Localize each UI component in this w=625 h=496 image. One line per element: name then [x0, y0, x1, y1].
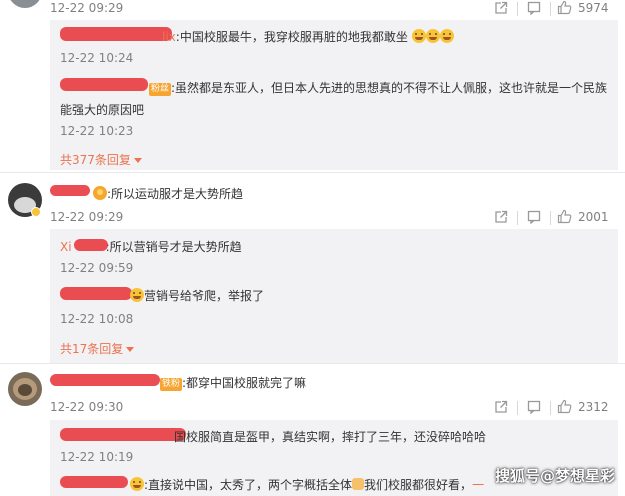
reply-author[interactable]: lix	[162, 30, 176, 44]
share-button[interactable]	[494, 400, 508, 414]
reply-text: :直接说中国，太秀了，两个字概括全体	[144, 478, 353, 492]
redaction	[50, 185, 90, 196]
comment-icon	[527, 210, 541, 224]
reply-text-cont: 我们校服都很好看，	[364, 478, 473, 492]
comment-icon	[527, 400, 541, 414]
reply-text: :虽然都是东亚人，但日本人先进的思想真的不得不让人佩服，这也许就是一个民族	[171, 81, 608, 95]
comment-text: :所以运动服才是大势所趋	[107, 187, 244, 201]
redaction	[60, 428, 186, 441]
redaction	[60, 27, 172, 41]
more-replies-link[interactable]: 共377条回复	[60, 151, 142, 168]
fan-badge: 铁粉	[160, 378, 183, 391]
divider	[550, 401, 551, 415]
redaction	[60, 476, 128, 488]
comment-text: :都穿中国校服就完了嘛	[182, 376, 307, 390]
comment-body: :所以运动服才是大势所趋	[93, 185, 243, 202]
divider	[550, 211, 551, 225]
chevron-down-icon	[133, 158, 142, 163]
emoji-icon	[130, 288, 144, 302]
reply-text: :中国校服最牛，我穿校服再脏的地我都敢坐	[175, 30, 408, 44]
avatar[interactable]	[8, 0, 42, 8]
share-button[interactable]	[494, 210, 508, 224]
reply-text: :所以营销号才是大势所趋	[105, 240, 242, 254]
laughing-emoji-icon	[439, 29, 454, 43]
like-button[interactable]: 5974	[557, 0, 609, 15]
chevron-down-icon	[126, 347, 135, 352]
reply-list: Xi :所以营销号才是大势所趋 12-22 09:59 营销号给爷爬，举报了 12…	[50, 229, 618, 363]
reply-text: 国校服简直是盔甲，真结实啊，摔打了三年，还没碎哈哈哈	[174, 430, 487, 444]
like-count: 2312	[578, 399, 609, 414]
like-button[interactable]: 2312	[557, 399, 609, 414]
share-icon	[495, 1, 508, 14]
reply-list: lix:中国校服最牛，我穿校服再脏的地我都敢坐 12-22 10:24 粉丝:虽…	[50, 20, 618, 170]
divider	[517, 211, 518, 225]
thumbs-up-emoji-icon	[352, 478, 365, 490]
share-icon	[495, 400, 508, 413]
reply-2: 营销号给爷爬，举报了	[130, 287, 264, 304]
reply-1: lix:中国校服最牛，我穿校服再脏的地我都敢坐	[162, 28, 454, 45]
thumbs-up-icon	[557, 209, 572, 224]
avatar[interactable]	[8, 372, 42, 406]
reply-author[interactable]: Xi	[60, 240, 72, 254]
comment-time: 12-22 09:29	[50, 210, 124, 224]
comment-icon	[527, 1, 541, 15]
like-count: 5974	[578, 0, 609, 15]
redaction	[60, 78, 148, 91]
share-button[interactable]	[494, 1, 508, 15]
redaction	[50, 374, 160, 386]
comment-1: :所以运动服才是大势所趋 12-22 09:29 2001 Xi :所以营销号才是…	[0, 173, 625, 363]
divider	[517, 401, 518, 415]
reply-2: 粉丝:虽然都是东亚人，但日本人先进的思想真的不得不让人佩服，这也许就是一个民族	[149, 79, 607, 96]
redaction	[74, 239, 108, 251]
thumbs-up-icon	[557, 0, 572, 15]
more-replies-link[interactable]: 共17条回复	[60, 340, 135, 357]
like-count: 2001	[578, 209, 609, 224]
comment-0: 12-22 09:29 5974 lix:中国校服最牛，我穿校服再脏的地我都敢坐…	[0, 0, 625, 170]
watermark: 搜狐号@梦想星彩	[494, 467, 615, 485]
reply-time: 12-22 10:23	[60, 124, 134, 138]
redaction	[60, 287, 132, 300]
reply-text-cont: 能强大的原因吧	[60, 103, 145, 117]
level-badge-icon	[93, 186, 107, 200]
fan-badge: 粉丝	[149, 83, 172, 96]
reply-time: 12-22 10:19	[60, 450, 134, 464]
reply-2: :直接说中国，太秀了，两个字概括全体 我们校服都很好看，一	[130, 476, 484, 493]
reply-button[interactable]	[527, 210, 541, 224]
comment-body: 铁粉:都穿中国校服就完了嘛	[160, 374, 306, 391]
comment-time: 12-22 09:30	[50, 400, 124, 414]
reply-button[interactable]	[527, 1, 541, 15]
emoji-icon	[130, 477, 144, 491]
reply-text: 营销号给爷爬，举报了	[144, 289, 265, 303]
comment-time: 12-22 09:29	[50, 1, 124, 15]
laughing-emoji-icon	[411, 29, 426, 43]
share-icon	[495, 210, 508, 223]
like-button[interactable]: 2001	[557, 209, 609, 224]
divider	[517, 2, 518, 16]
reply-button[interactable]	[527, 400, 541, 414]
reply-time: 12-22 10:24	[60, 51, 134, 65]
reply-time: 12-22 09:59	[60, 261, 134, 275]
reply-time: 12-22 10:08	[60, 312, 134, 326]
reply-author[interactable]: 一	[472, 478, 484, 492]
verified-icon	[31, 207, 41, 217]
laughing-emoji-icon	[425, 29, 440, 43]
thumbs-up-icon	[557, 399, 572, 414]
divider	[550, 2, 551, 16]
